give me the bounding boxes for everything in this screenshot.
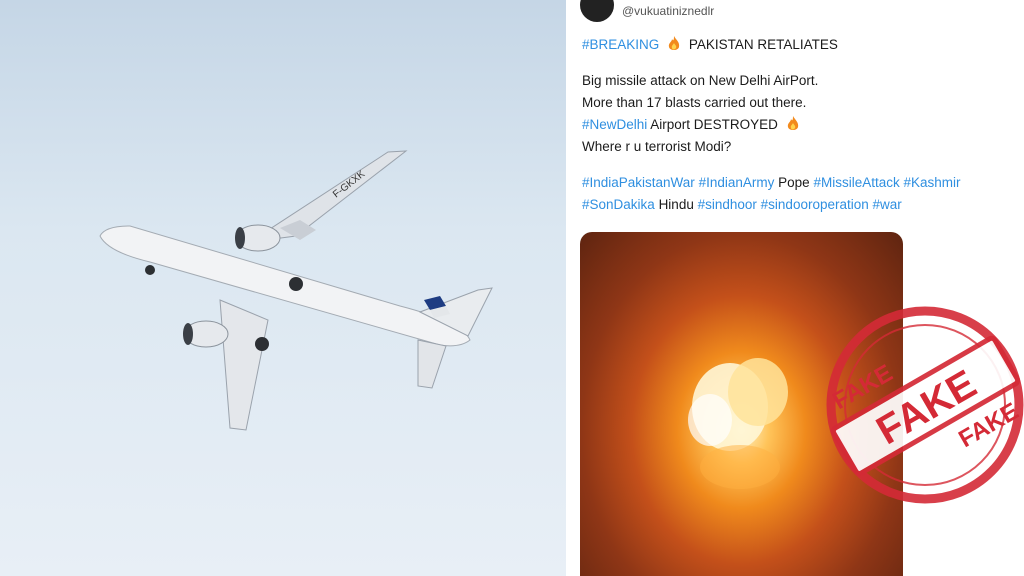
hashtag-item[interactable]: #IndiaPakistanWar: [582, 175, 695, 190]
fire-icon: [668, 36, 680, 50]
airplane-photo: F-GKXK: [0, 0, 566, 576]
tweet-line-2: More than 17 blasts carried out there.: [582, 95, 807, 110]
tweet-handle: @vukuatiniznedlr: [622, 4, 715, 18]
fire-icon: [787, 116, 798, 130]
hashtag-item[interactable]: #Kashmir: [903, 175, 960, 190]
plain-word: Pope: [778, 175, 810, 190]
hashtag-item[interactable]: #SonDakika: [582, 197, 655, 212]
hashtag-item[interactable]: #MissileAttack: [813, 175, 899, 190]
tweet-line-3: #NewDelhi Airport DESTROYED: [582, 114, 1022, 136]
tweet-headline: PAKISTAN RETALIATES: [688, 37, 838, 52]
airplane-illustration: F-GKXK: [99, 150, 493, 431]
tweet-body: #BREAKING PAKISTAN RETALIATES Big missil…: [582, 34, 1022, 216]
hashtag-newdelhi[interactable]: #NewDelhi: [582, 117, 647, 132]
tweet-line-4: Where r u terrorist Modi?: [582, 139, 732, 154]
avatar: [580, 0, 614, 22]
tweet-line-1: Big missile attack on New Delhi AirPort.: [582, 73, 819, 88]
plain-word: Hindu: [658, 197, 694, 212]
tweet-line-3-text: Airport DESTROYED: [650, 117, 778, 132]
fake-stamp: FAKE FAKE FAKE: [826, 306, 1024, 504]
hashtag-item[interactable]: #sindooroperation: [761, 197, 869, 212]
hashtag-item[interactable]: #sindhoor: [698, 197, 757, 212]
hashtag-item[interactable]: #war: [873, 197, 902, 212]
tweet-headline-line: #BREAKING PAKISTAN RETALIATES: [582, 34, 1022, 56]
hashtag-item[interactable]: #IndianArmy: [699, 175, 775, 190]
hashtag-row-2: #SonDakika Hindu #sindhoor #sindooropera…: [582, 194, 1022, 216]
hashtag-breaking[interactable]: #BREAKING: [582, 37, 659, 52]
hashtag-row-1: #IndiaPakistanWar #IndianArmy Pope #Miss…: [582, 172, 1022, 194]
